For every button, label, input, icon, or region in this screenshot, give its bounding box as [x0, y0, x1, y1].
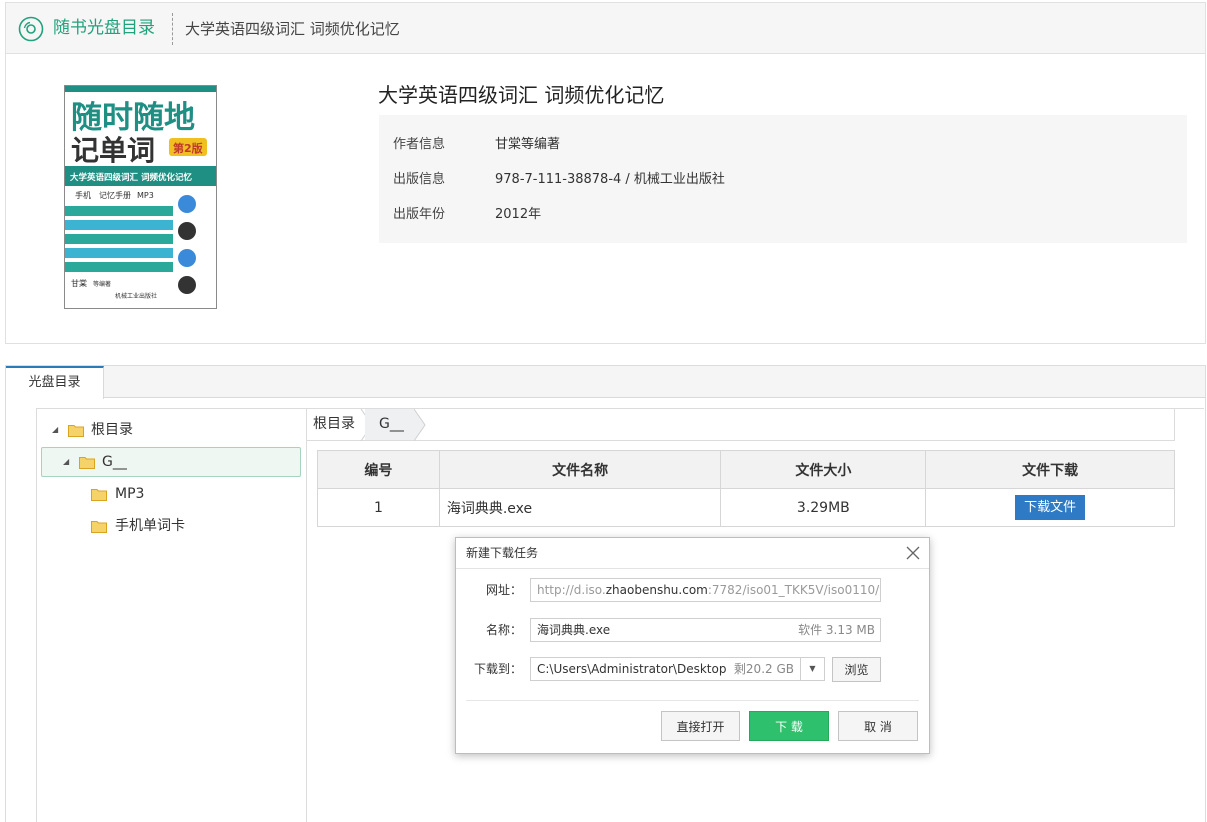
tab-disc-directory[interactable]: 光盘目录	[6, 366, 104, 399]
url-field[interactable]: http://d.iso.zhaobenshu.com:7782/iso01_T…	[530, 578, 881, 602]
folder-icon	[91, 521, 107, 533]
tree-expand-icon[interactable]: ◢	[52, 416, 58, 444]
tree-item-label: MP3	[115, 486, 145, 502]
cover-publisher: 机械工业出版社	[115, 292, 157, 300]
breadcrumb: 根目录 G__	[307, 409, 1175, 441]
tree-item-phone-cards[interactable]: 手机单词卡	[91, 512, 291, 540]
dialog-header: 新建下载任务	[456, 538, 929, 569]
tree-expand-icon[interactable]: ◢	[63, 448, 69, 476]
col-size-header: 文件大小	[720, 450, 927, 489]
meta-year-label: 出版年份	[393, 207, 446, 222]
tree-item-label: G__	[102, 454, 127, 470]
book-meta: 作者信息 甘棠等编著 出版信息 978-7-111-38878-4 / 机械工业…	[379, 115, 1187, 243]
name-info: 软件 3.13 MB	[798, 623, 875, 637]
path-label: 下载到：	[473, 662, 522, 676]
download-file-button[interactable]: 下载文件	[1015, 495, 1086, 520]
meta-year-value: 2012年	[495, 207, 542, 222]
header-divider	[172, 13, 173, 45]
open-directly-button[interactable]: 直接打开	[661, 711, 740, 741]
file-download-cell: 下载文件	[925, 488, 1175, 527]
file-name: 海词典典.exe	[438, 488, 722, 527]
path-value: C:\Users\Administrator\Desktop	[537, 662, 727, 676]
browse-button[interactable]: 浏览	[832, 657, 881, 682]
path-free-space: 剩20.2 GB	[733, 662, 794, 676]
tree-item-label: 根目录	[91, 422, 133, 438]
download-button[interactable]: 下 载	[749, 711, 829, 741]
header-book-title: 大学英语四级词汇 词频优化记忆	[185, 20, 400, 38]
meta-author-label: 作者信息	[393, 137, 446, 152]
tree-item-mp3[interactable]: MP3	[91, 480, 291, 508]
book-title: 大学英语四级词汇 词频优化记忆	[378, 83, 665, 107]
file-size: 3.29MB	[720, 488, 927, 527]
cover-line2: 记单词	[71, 134, 155, 167]
url-suffix: :7782/iso01_TKK5V/iso0110/9	[707, 583, 881, 597]
breadcrumb-root[interactable]: 根目录	[313, 409, 355, 440]
url-label: 网址：	[485, 583, 522, 597]
meta-author-value: 甘棠等编著	[495, 137, 561, 152]
file-index: 1	[317, 488, 440, 527]
file-table: 编号 文件名称 文件大小 文件下载 1 海词典典.exe 3.29MB 下载文件	[317, 450, 1175, 527]
url-domain: zhaobenshu.com	[605, 583, 708, 597]
app-title: 随书光盘目录	[53, 18, 155, 38]
new-download-dialog: 新建下载任务 网址： http://d.iso.zhaobenshu.com:7…	[455, 537, 930, 754]
meta-publish-value: 978-7-111-38878-4 / 机械工业出版社	[495, 172, 725, 187]
table-header-row: 编号 文件名称 文件大小 文件下载	[317, 450, 1175, 489]
save-path-select[interactable]: C:\Users\Administrator\Desktop 剩20.2 GB …	[530, 657, 825, 681]
breadcrumb-current[interactable]: G__	[365, 409, 415, 440]
book-info-panel: 随时随地 记单词 第2版 大学英语四级词汇 词频优化记忆 手机 记忆手册 MP3…	[5, 54, 1206, 344]
book-cover-image: 随时随地 记单词 第2版 大学英语四级词汇 词频优化记忆 手机 记忆手册 MP3…	[65, 86, 216, 308]
cover-subtitle: 大学英语四级词汇 词频优化记忆	[70, 172, 192, 183]
tree-item-g[interactable]: ◢ G__	[41, 447, 301, 477]
folder-icon	[79, 457, 95, 469]
meta-publish-label: 出版信息	[393, 172, 446, 187]
folder-icon	[68, 425, 84, 437]
cover-tag-2: 记忆手册	[99, 190, 131, 200]
url-prefix: http://d.iso.	[537, 583, 606, 597]
folder-icon	[91, 489, 107, 501]
name-field[interactable]: 海词典典.exe 软件 3.13 MB	[530, 618, 881, 642]
chevron-down-icon[interactable]: ▼	[800, 658, 824, 680]
name-value: 海词典典.exe	[537, 623, 611, 637]
tree-item-label: 手机单词卡	[115, 518, 185, 534]
cover-badge: 第2版	[173, 141, 203, 155]
tab-bar: 光盘目录	[6, 366, 1205, 399]
cover-tag-3: MP3	[137, 191, 154, 200]
name-label: 名称：	[485, 623, 522, 637]
directory-tree: ◢ 根目录 ◢ G__ MP3 手机单词卡	[36, 408, 306, 822]
url-text: http://d.iso.zhaobenshu.com:7782/iso01_T…	[537, 579, 881, 601]
col-download-header: 文件下载	[925, 450, 1175, 489]
cover-tag-1: 手机	[75, 190, 91, 200]
disc-icon	[18, 16, 44, 42]
tree-item-root[interactable]: ◢ 根目录	[47, 416, 297, 444]
top-header: 随书光盘目录 大学英语四级词汇 词频优化记忆	[5, 2, 1206, 54]
col-index-header: 编号	[317, 450, 440, 489]
close-icon[interactable]	[906, 546, 920, 560]
cancel-button[interactable]: 取 消	[838, 711, 918, 741]
dialog-title: 新建下载任务	[466, 546, 539, 560]
cover-author: 甘棠	[71, 278, 87, 288]
breadcrumb-current-tip-icon	[414, 409, 426, 441]
table-row: 1 海词典典.exe 3.29MB 下载文件	[317, 488, 1175, 527]
cover-author-suffix: 等编著	[93, 280, 111, 288]
cover-line1: 随时随地	[71, 100, 195, 136]
book-cover: 随时随地 记单词 第2版 大学英语四级词汇 词频优化记忆 手机 记忆手册 MP3…	[64, 85, 217, 309]
dialog-divider	[466, 700, 919, 701]
col-name-header: 文件名称	[438, 450, 722, 489]
